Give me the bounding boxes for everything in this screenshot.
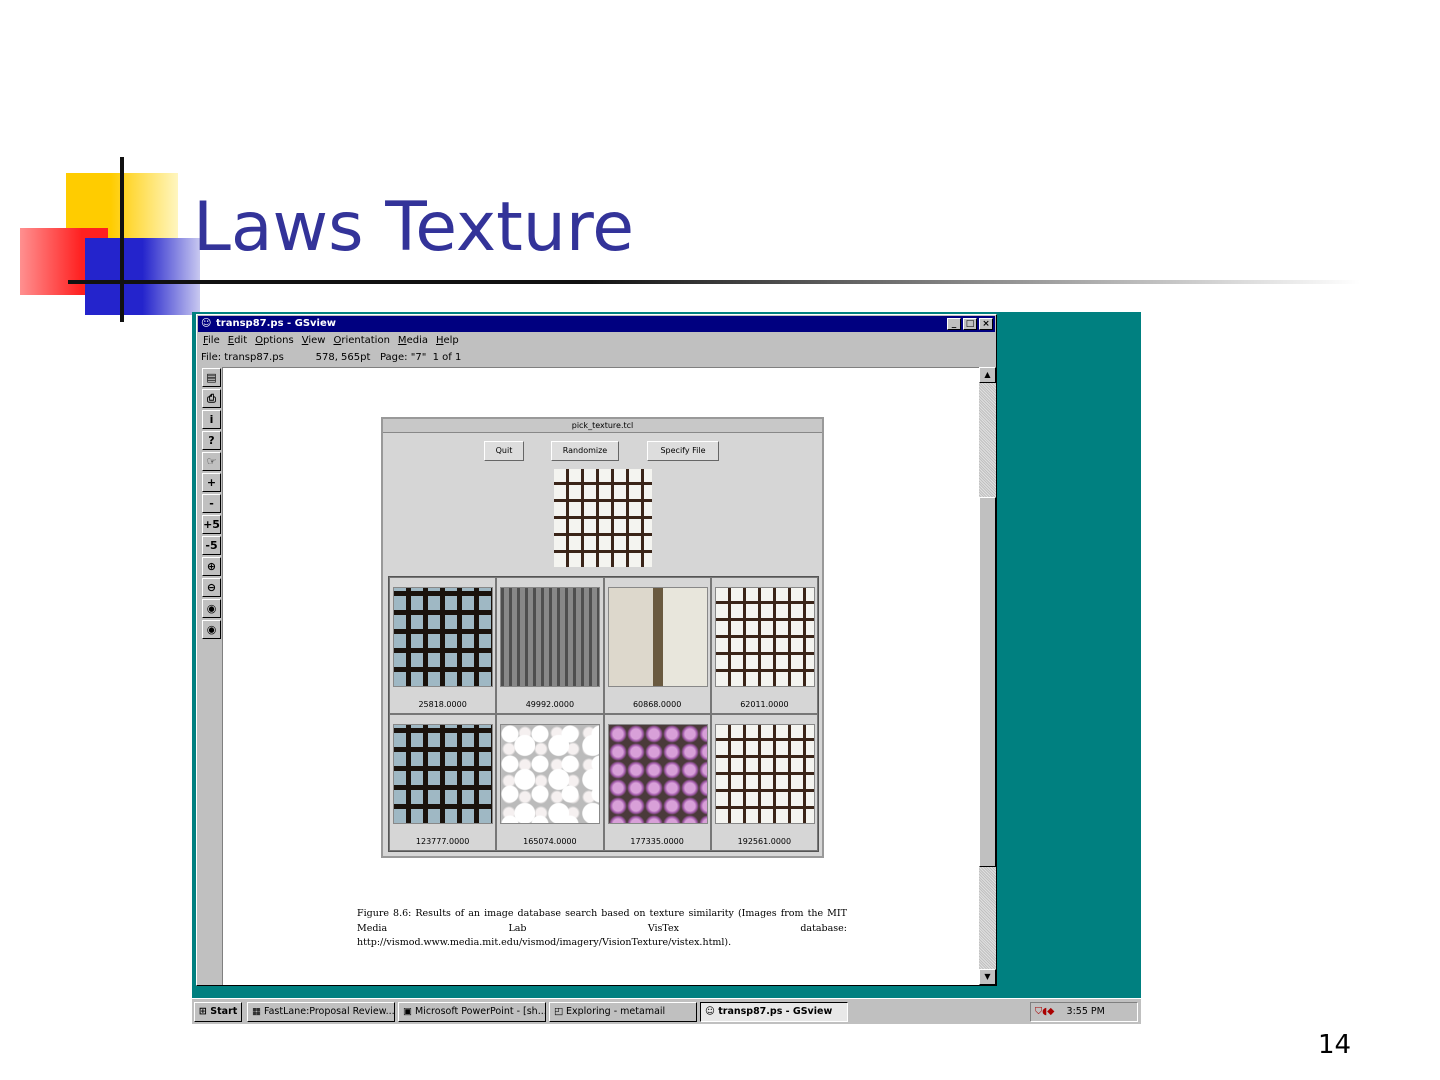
- task-label: Microsoft PowerPoint - [sh...: [415, 1006, 546, 1017]
- document-view: pick_texture.tcl Quit Randomize Specify …: [223, 367, 979, 985]
- randomize-button[interactable]: Randomize: [551, 441, 619, 461]
- status-file: File: transp87.ps: [201, 352, 284, 363]
- task-label: transp87.ps - GSview: [718, 1006, 833, 1017]
- result-cell[interactable]: 192561.0000: [710, 714, 818, 851]
- scroll-down-arrow[interactable]: ▼: [979, 969, 996, 985]
- vertical-scrollbar[interactable]: ▲ ▼: [979, 367, 996, 985]
- taskbar: ⊞ Start ▦ FastLane:Proposal Review... ▣ …: [192, 998, 1141, 1024]
- scroll-up-arrow[interactable]: ▲: [979, 367, 996, 383]
- taskbar-item[interactable]: ▦ FastLane:Proposal Review...: [247, 1002, 395, 1022]
- goto-page-icon[interactable]: ☞: [202, 452, 221, 471]
- result-texture-image[interactable]: [500, 724, 601, 824]
- result-texture-image[interactable]: [714, 587, 815, 687]
- gsview-app-icon: ☺: [201, 318, 212, 329]
- pick-texture-window: pick_texture.tcl Quit Randomize Specify …: [381, 417, 824, 858]
- result-texture-image[interactable]: [607, 587, 708, 687]
- tray-icons[interactable]: ⛉◖◆: [1035, 1006, 1054, 1017]
- result-cell[interactable]: 49992.0000: [496, 577, 604, 714]
- skip-forward-5-icon[interactable]: +5: [202, 515, 221, 534]
- maximize-button[interactable]: □: [963, 318, 977, 330]
- info-icon[interactable]: i: [202, 410, 221, 429]
- result-cell[interactable]: 123777.0000: [389, 714, 497, 851]
- toolbar: ▤ ⎙ i? ☞ + - +5 -5 ⊕ ⊖ ◉ ◉: [201, 367, 223, 985]
- result-score: 177335.0000: [630, 837, 684, 846]
- open-icon[interactable]: ▤: [202, 368, 221, 387]
- logo-vertical-line: [120, 157, 124, 322]
- menu-help[interactable]: Help: [436, 333, 459, 349]
- result-cell[interactable]: 25818.0000: [389, 577, 497, 714]
- menu-file[interactable]: File: [203, 333, 220, 349]
- skip-back-5-icon[interactable]: -5: [202, 536, 221, 555]
- menu-bar: File Edit Options View Orientation Media Help: [203, 333, 459, 349]
- prev-page-icon[interactable]: -: [202, 494, 221, 513]
- menu-media[interactable]: Media: [398, 333, 428, 349]
- result-cell[interactable]: 177335.0000: [603, 714, 711, 851]
- pick-texture-titlebar[interactable]: pick_texture.tcl: [383, 419, 822, 433]
- status-bar: File: transp87.ps 578, 565pt Page: "7" 1…: [201, 350, 461, 366]
- minimize-button[interactable]: _: [947, 318, 961, 330]
- result-score: 165074.0000: [523, 837, 577, 846]
- task-label: FastLane:Proposal Review...: [264, 1006, 395, 1017]
- result-cell[interactable]: 60868.0000: [603, 577, 711, 714]
- clock: 3:55 PM: [1066, 1006, 1105, 1017]
- close-button[interactable]: ×: [979, 318, 993, 330]
- desktop-screenshot: ☺ transp87.ps - GSview _ □ × File Edit Opt…: [192, 312, 1141, 1024]
- status-coords: 578, 565pt: [315, 352, 371, 363]
- slide-page-number: 14: [1318, 1030, 1352, 1060]
- menu-options[interactable]: Options: [255, 333, 294, 349]
- specify-file-button[interactable]: Specify File: [647, 441, 719, 461]
- status-page: Page: "7" 1 of 1: [379, 352, 462, 363]
- result-score: 192561.0000: [737, 837, 792, 846]
- logo-blue-square: [85, 238, 200, 315]
- results-grid: 25818.0000 49992.0000 60868.0000 62011.0000…: [388, 576, 819, 852]
- result-texture-image[interactable]: [393, 587, 493, 687]
- quit-button[interactable]: Quit: [484, 441, 524, 461]
- zoom-in-icon[interactable]: ⊕: [202, 557, 221, 576]
- display-settings-icon[interactable]: ◉: [202, 620, 221, 639]
- taskbar-item-active[interactable]: ☺ transp87.ps - GSview: [700, 1002, 848, 1022]
- eps-preview-icon[interactable]: ◉: [202, 599, 221, 618]
- result-cell[interactable]: 62011.0000: [710, 577, 818, 714]
- next-page-icon[interactable]: +: [202, 473, 221, 492]
- start-button[interactable]: ⊞ Start: [194, 1002, 242, 1022]
- result-score: 60868.0000: [632, 700, 682, 709]
- slide-title: Laws Texture: [193, 188, 635, 267]
- title-underline: [68, 280, 1360, 284]
- result-score: 49992.0000: [525, 700, 575, 709]
- result-cell[interactable]: 165074.0000: [496, 714, 604, 851]
- result-score: 62011.0000: [740, 700, 789, 709]
- result-score: 25818.0000: [418, 700, 467, 709]
- query-texture-image: [554, 469, 652, 567]
- menu-edit[interactable]: Edit: [228, 333, 247, 349]
- menu-orientation[interactable]: Orientation: [333, 333, 389, 349]
- taskbar-item[interactable]: ◰ Exploring - metamail: [549, 1002, 697, 1022]
- result-texture-image[interactable]: [714, 724, 815, 824]
- gsview-window: ☺ transp87.ps - GSview _ □ × File Edit Opt…: [196, 314, 997, 986]
- result-texture-image[interactable]: [393, 724, 493, 824]
- window-title: transp87.ps - GSview: [216, 318, 337, 329]
- taskbar-item[interactable]: ▣ Microsoft PowerPoint - [sh...: [398, 1002, 546, 1022]
- menu-view[interactable]: View: [302, 333, 326, 349]
- scroll-thumb[interactable]: [979, 497, 996, 867]
- result-texture-image[interactable]: [607, 724, 708, 824]
- help-icon[interactable]: ?: [202, 431, 221, 450]
- task-label: Exploring - metamail: [566, 1006, 666, 1017]
- result-texture-image[interactable]: [500, 587, 601, 687]
- start-label: Start: [210, 1006, 238, 1017]
- zoom-out-icon[interactable]: ⊖: [202, 578, 221, 597]
- window-titlebar[interactable]: ☺ transp87.ps - GSview _ □ ×: [198, 316, 995, 332]
- system-tray: ⛉◖◆ 3:55 PM: [1030, 1002, 1138, 1022]
- figure-caption: Figure 8.6: Results of an image database…: [357, 908, 847, 948]
- result-score: 123777.0000: [415, 837, 470, 846]
- print-icon[interactable]: ⎙: [202, 389, 221, 408]
